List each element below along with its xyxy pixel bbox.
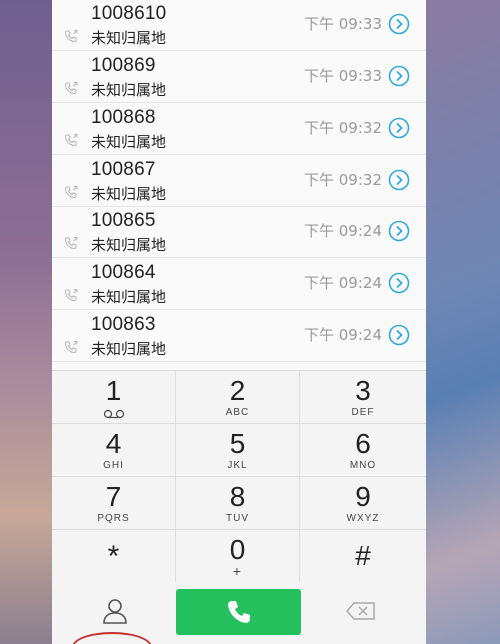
key-digit: * — [107, 540, 120, 573]
call-log-row[interactable]: 100867 未知归属地 下午 09:32 — [52, 155, 426, 207]
call-number: 100864 — [91, 262, 156, 283]
key-digit: 3 — [355, 375, 371, 406]
key-digit: 0 — [229, 534, 246, 565]
key-letters: MNO — [349, 460, 377, 471]
phone-icon — [64, 134, 78, 147]
call-time: 下午 09:33 — [304, 67, 382, 85]
key-hash[interactable]: # — [300, 530, 426, 583]
key-digit: 7 — [105, 481, 122, 512]
call-number: 100865 — [91, 210, 156, 231]
dial-keypad: 1 2 ABC 3 DEF 4 GHI 5 JKL 6 MNO 7 PQRS 8 — [52, 370, 426, 583]
key-letters: GHI — [103, 460, 124, 471]
key-8[interactable]: 8 TUV — [176, 477, 300, 530]
key-letters: TUV — [226, 513, 249, 524]
call-time: 下午 09:33 — [304, 15, 382, 33]
call-log-list[interactable]: 1008610 未知归属地 下午 09:33 100869 未知归属地 下午 0… — [52, 0, 426, 370]
phone-icon — [64, 186, 78, 199]
key-digit: 4 — [105, 428, 122, 459]
key-digit: # — [355, 540, 371, 571]
call-log-row[interactable]: 100868 未知归属地 下午 09:32 — [52, 103, 426, 155]
info-icon[interactable] — [388, 13, 410, 35]
call-number: 100868 — [91, 107, 156, 128]
call-log-row[interactable]: 100864 未知归属地 下午 09:24 — [52, 258, 426, 310]
call-location: 未知归属地 — [91, 340, 167, 358]
call-number: 100867 — [91, 159, 156, 180]
key-1[interactable]: 1 — [52, 371, 176, 424]
voicemail-icon — [103, 409, 124, 419]
key-4[interactable]: 4 GHI — [52, 424, 176, 477]
call-number: 1008610 — [91, 3, 167, 24]
key-letters: ABC — [225, 407, 250, 418]
key-7[interactable]: 7 PQRS — [52, 477, 176, 530]
phone-icon — [228, 601, 250, 623]
key-letters: PQRS — [97, 513, 130, 524]
call-location: 未知归属地 — [91, 236, 167, 254]
dialer-screen: 1008610 未知归属地 下午 09:33 100869 未知归属地 下午 0… — [52, 0, 426, 644]
phone-icon — [64, 237, 78, 250]
call-log-row[interactable]: 100865 未知归属地 下午 09:24 — [52, 206, 426, 258]
key-digit: 8 — [229, 481, 246, 512]
call-time: 下午 09:32 — [304, 171, 382, 189]
phone-icon — [64, 30, 78, 43]
key-0[interactable]: 0 + — [176, 530, 300, 583]
call-time: 下午 09:24 — [304, 326, 382, 344]
info-icon[interactable] — [388, 169, 410, 191]
phone-icon — [64, 289, 78, 302]
call-location: 未知归属地 — [91, 185, 167, 203]
key-star[interactable]: * — [52, 530, 176, 583]
call-log-row[interactable]: 100869 未知归属地 下午 09:33 — [52, 51, 426, 103]
key-digit: 5 — [229, 428, 246, 459]
wallpaper-right — [425, 0, 500, 644]
call-location: 未知归属地 — [91, 288, 167, 306]
call-location: 未知归属地 — [91, 81, 167, 99]
call-time: 下午 09:24 — [304, 222, 382, 240]
info-icon[interactable] — [388, 324, 410, 346]
key-letters: DEF — [351, 407, 375, 418]
key-letters: JKL — [227, 460, 248, 471]
contact-icon[interactable] — [102, 597, 128, 625]
wallpaper-left — [0, 0, 52, 644]
info-icon[interactable] — [388, 272, 410, 294]
key-digit: 9 — [355, 481, 371, 512]
key-digit: 6 — [355, 428, 371, 459]
key-digit: 1 — [105, 375, 122, 406]
call-time: 下午 09:32 — [304, 119, 382, 137]
key-digit: 2 — [229, 375, 246, 406]
key-2[interactable]: 2 ABC — [176, 371, 300, 424]
call-log-row[interactable]: 1008610 未知归属地 下午 09:33 — [52, 0, 426, 51]
key-3[interactable]: 3 DEF — [300, 371, 426, 424]
phone-icon — [64, 341, 78, 354]
call-number: 100869 — [91, 55, 156, 76]
info-icon[interactable] — [388, 117, 410, 139]
call-log-row[interactable]: 100863 未知归属地 下午 09:24 — [52, 310, 426, 362]
call-location: 未知归属地 — [91, 133, 167, 151]
call-number: 100863 — [91, 314, 156, 335]
key-6[interactable]: 6 MNO — [300, 424, 426, 477]
key-letters: + — [232, 563, 243, 579]
call-time: 下午 09:24 — [304, 274, 382, 292]
info-icon[interactable] — [388, 65, 410, 87]
backspace-icon[interactable] — [346, 602, 376, 620]
phone-icon — [64, 82, 78, 95]
key-letters: WXYZ — [346, 513, 380, 524]
key-9[interactable]: 9 WXYZ — [300, 477, 426, 530]
info-icon[interactable] — [388, 220, 410, 242]
call-location: 未知归属地 — [91, 29, 167, 47]
key-5[interactable]: 5 JKL — [176, 424, 300, 477]
call-button[interactable] — [176, 589, 301, 635]
